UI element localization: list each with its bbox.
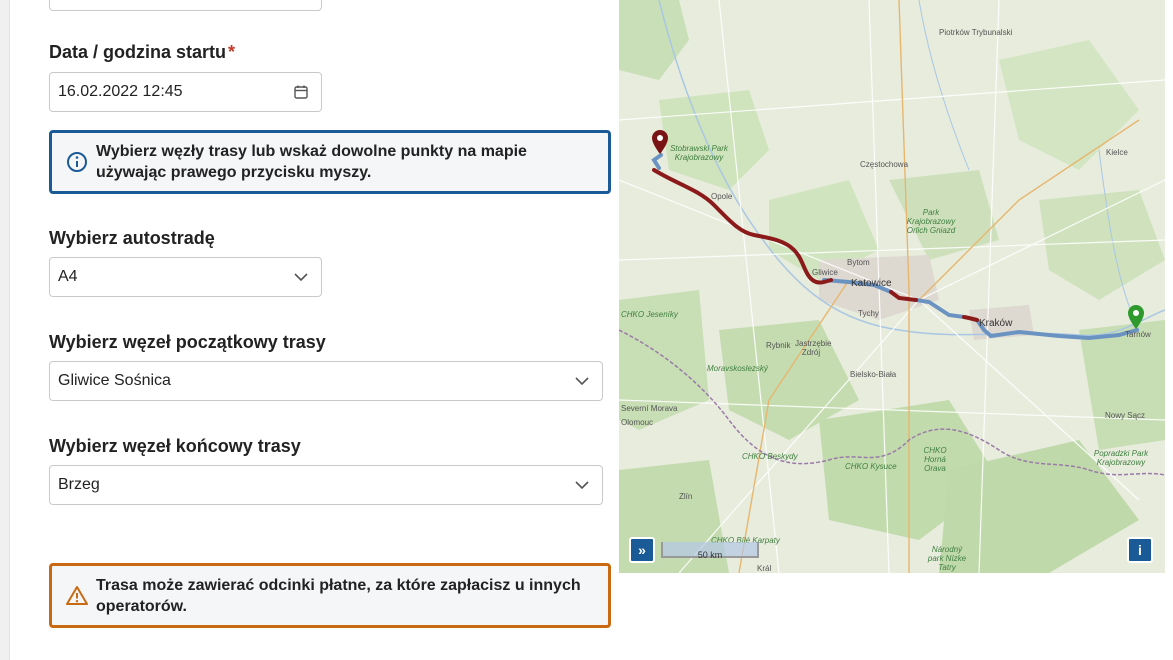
warning-icon bbox=[66, 585, 88, 605]
calendar-icon[interactable] bbox=[293, 84, 309, 100]
start-datetime-value: 16.02.2022 12:45 bbox=[58, 83, 183, 100]
map-label: Severní Morava bbox=[621, 404, 678, 413]
map-label: Rybnik bbox=[766, 341, 791, 350]
info-notice-text: Wybierz węzły trasy lub wskaż dowolne pu… bbox=[96, 143, 527, 181]
map-label: CHKO Beskydy bbox=[742, 452, 798, 461]
route-map[interactable]: Piotrków Trybunalski Częstochowa Kielce … bbox=[619, 0, 1165, 573]
map-label: Częstochowa bbox=[860, 160, 909, 169]
map-label: Park Krajobrazowy Orlich Gniazd bbox=[906, 208, 956, 235]
map-label: Bielsko-Biała bbox=[850, 370, 897, 379]
map-label: Král bbox=[757, 564, 772, 573]
chevron-down-icon bbox=[575, 481, 589, 490]
map-label: Bytom bbox=[847, 258, 870, 267]
chevron-down-icon bbox=[575, 377, 589, 386]
map-label: Nowy Sącz bbox=[1105, 411, 1146, 420]
map-label: Stobrawski Park Krajobrazowy bbox=[670, 144, 728, 162]
map-label: Kraków bbox=[979, 318, 1013, 329]
map-label: Tarnów bbox=[1125, 330, 1151, 339]
start-datetime-label-text: Data / godzina startu bbox=[49, 42, 227, 62]
warning-notice: Trasa może zawierać odcinki płatne, za k… bbox=[49, 563, 611, 628]
map-label: Piotrków Trybunalski bbox=[939, 28, 1013, 37]
map-label: Katowice bbox=[851, 278, 892, 289]
map-info-button[interactable]: i bbox=[1127, 537, 1153, 563]
map-label: Zlín bbox=[679, 492, 693, 501]
map-label: Olomouc bbox=[621, 418, 654, 427]
start-node-select[interactable]: Gliwice Sośnica bbox=[49, 361, 603, 401]
previous-field[interactable] bbox=[49, 0, 322, 11]
map-label: CHKO Kysuce bbox=[845, 462, 897, 471]
map-background bbox=[619, 0, 1165, 573]
start-datetime-input[interactable]: 16.02.2022 12:45 bbox=[49, 72, 322, 112]
map-label: Tychy bbox=[858, 309, 879, 318]
map-label: Popradzki Park Krajobrazowy bbox=[1093, 449, 1149, 467]
warning-notice-text: Trasa może zawierać odcinki płatne, za k… bbox=[96, 576, 581, 615]
motorway-select[interactable]: A4 bbox=[49, 257, 322, 297]
map-scale: 50 km bbox=[661, 542, 759, 560]
start-node-value: Gliwice Sośnica bbox=[58, 372, 171, 389]
required-mark: * bbox=[228, 42, 236, 62]
left-panel-edge bbox=[0, 0, 10, 660]
chevron-down-icon bbox=[294, 273, 308, 282]
map-label: CHKO Jeseníky bbox=[621, 310, 678, 319]
end-node-label: Wybierz węzeł końcowy trasy bbox=[49, 436, 301, 456]
end-node-value: Brzeg bbox=[58, 476, 100, 493]
info-notice: Wybierz węzły trasy lub wskaż dowolne pu… bbox=[49, 130, 611, 194]
map-label: CHKO Horná Orava bbox=[923, 446, 947, 473]
map-label: Moravskoslezský bbox=[707, 364, 768, 373]
expand-panel-button[interactable]: » bbox=[629, 537, 655, 563]
map-label: Opole bbox=[711, 192, 733, 201]
map-label: Národný park Nízke Tatry bbox=[927, 545, 967, 572]
right-edge bbox=[1165, 0, 1173, 660]
start-node-label: Wybierz węzeł początkowy trasy bbox=[49, 332, 326, 352]
motorway-label: Wybierz autostradę bbox=[49, 228, 215, 248]
end-node-select[interactable]: Brzeg bbox=[49, 465, 603, 505]
info-icon bbox=[67, 152, 87, 172]
map-label: Kielce bbox=[1106, 148, 1128, 157]
map-label: Gliwice bbox=[812, 268, 838, 277]
map-label: Jastrzębie Zdrój bbox=[795, 339, 832, 357]
motorway-value: A4 bbox=[58, 268, 78, 285]
start-datetime-label: Data / godzina startu * bbox=[49, 42, 235, 63]
end-marker-icon[interactable] bbox=[1128, 305, 1144, 329]
